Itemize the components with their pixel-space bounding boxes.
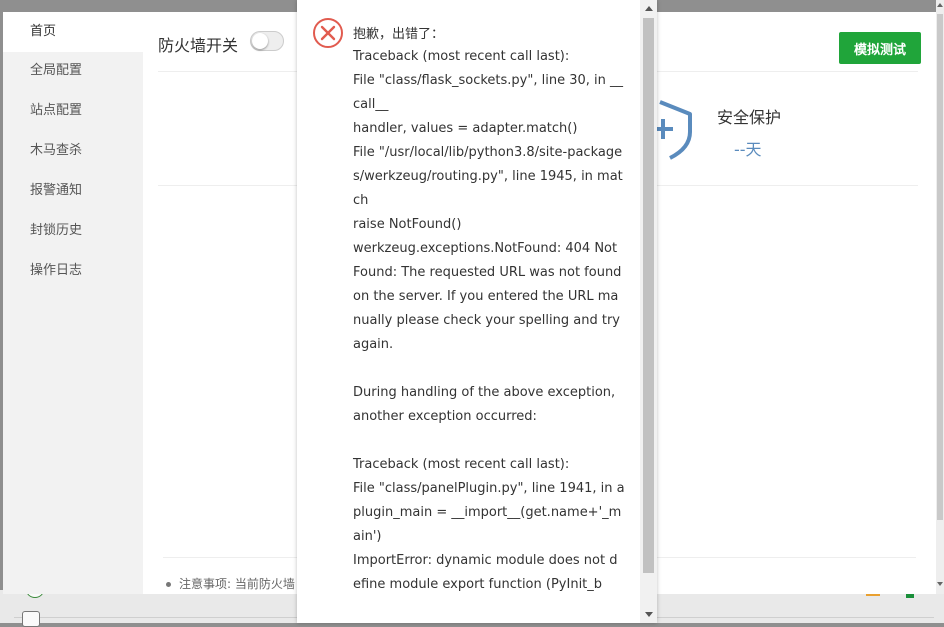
sidebar-item-alerts[interactable]: 报警通知 (3, 171, 143, 211)
firewall-switch-label: 防火墙开关 (158, 36, 239, 55)
background-file-icon (22, 611, 40, 627)
scroll-up-icon[interactable] (645, 6, 653, 11)
error-title: 抱歉，出错了： (353, 27, 445, 42)
scrollbar-thumb[interactable] (937, 14, 943, 520)
popup-scrollbar[interactable] (640, 0, 657, 623)
protection-label: 安全保护 (717, 108, 782, 127)
scroll-down-icon[interactable] (937, 582, 943, 586)
sidebar-item-block-history[interactable]: 封锁历史 (3, 211, 143, 251)
notice-text: 注意事项: 当前防火墙 (166, 575, 295, 592)
error-popup: 抱歉，出错了： Traceback (most recent call last… (297, 0, 657, 623)
scroll-up-icon[interactable] (937, 3, 943, 7)
scrollbar-thumb[interactable] (643, 18, 654, 573)
page-scrollbar[interactable] (936, 0, 944, 594)
sidebar-item-home[interactable]: 首页 (3, 12, 143, 52)
protection-days: --天 (734, 140, 762, 159)
toggle-knob (252, 33, 268, 49)
simulate-test-button[interactable]: 模拟测试 (839, 32, 921, 64)
scroll-down-icon[interactable] (645, 612, 653, 617)
error-traceback: Traceback (most recent call last): File … (353, 49, 625, 592)
sidebar: 首页 全局配置 站点配置 木马查杀 报警通知 封锁历史 操作日志 (3, 12, 143, 594)
firewall-toggle[interactable] (250, 31, 284, 51)
sidebar-item-operation-log[interactable]: 操作日志 (3, 251, 143, 291)
error-icon (313, 18, 343, 48)
bullet-icon (166, 582, 171, 587)
notice-label: 注意事项: 当前防火墙 (179, 577, 295, 591)
sidebar-item-global-config[interactable]: 全局配置 (3, 51, 143, 91)
sidebar-item-site-config[interactable]: 站点配置 (3, 91, 143, 131)
sidebar-item-trojan-scan[interactable]: 木马查杀 (3, 131, 143, 171)
